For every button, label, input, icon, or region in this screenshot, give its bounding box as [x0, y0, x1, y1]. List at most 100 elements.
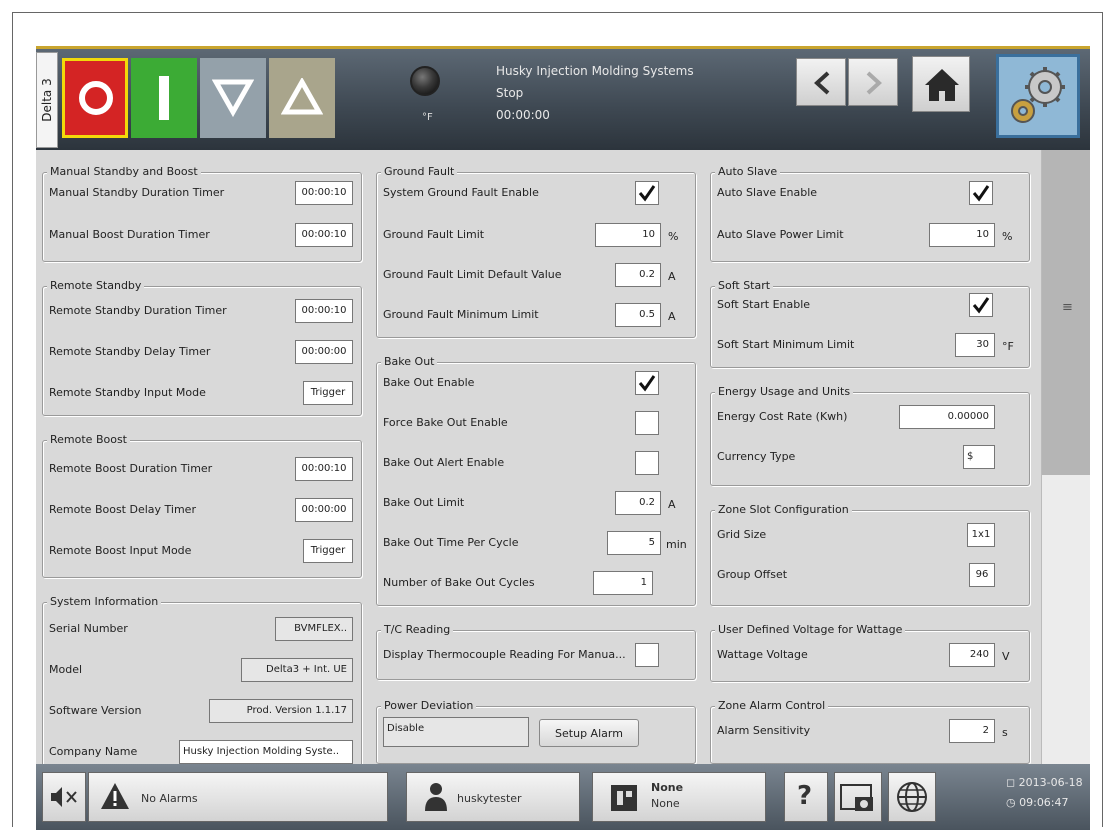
company-name-value[interactable]: Husky Injection Molding Syste.. — [179, 740, 353, 764]
row-label: Bake Out Limit — [383, 496, 465, 509]
group-remote-boost: Remote Boost Remote Boost Duration Timer… — [42, 433, 362, 578]
row-label: Remote Standby Delay Timer — [49, 345, 211, 358]
delta-tab[interactable]: Delta 3 — [36, 52, 58, 148]
row-label: Auto Slave Power Limit — [717, 228, 844, 241]
unit-label: s — [1002, 726, 1008, 739]
row-label: Soft Start Enable — [717, 298, 811, 311]
language-button[interactable] — [888, 772, 936, 822]
ground-fault-enable-checkbox[interactable] — [635, 181, 659, 205]
bake-out-time-input[interactable]: 5 — [607, 531, 661, 555]
mold-button[interactable]: None None — [592, 772, 766, 822]
wattage-voltage-input[interactable]: 240 — [949, 643, 995, 667]
group-bake-out: Bake Out Bake Out Enable Force Bake Out … — [376, 355, 696, 606]
row-label: Auto Slave Enable — [717, 186, 818, 199]
alarm-sensitivity-input[interactable]: 2 — [949, 719, 995, 743]
auto-slave-power-row: Auto Slave Power Limit 10 % — [711, 223, 1029, 247]
currency-type-input[interactable]: $ — [963, 445, 995, 469]
group-title: Ground Fault — [381, 165, 458, 178]
serial-number-value: BVMFLEX.. — [275, 617, 353, 641]
group-energy-usage: Energy Usage and Units Energy Cost Rate … — [710, 385, 1030, 486]
remote-standby-input-mode-select[interactable]: Trigger — [303, 381, 353, 405]
settings-button[interactable] — [996, 54, 1080, 138]
auto-slave-power-input[interactable]: 10 — [929, 223, 995, 247]
remote-standby-duration-row: Remote Standby Duration Timer 00:00:10 — [43, 299, 361, 323]
tc-reading-checkbox[interactable] — [635, 643, 659, 667]
header-bar: Delta 3 °F Husky Injection Molding Syste… — [36, 46, 1090, 150]
help-icon: ? — [797, 781, 813, 811]
bake-out-alert-row: Bake Out Alert Enable — [377, 451, 695, 475]
home-icon — [925, 69, 959, 101]
row-label: Bake Out Enable — [383, 376, 475, 389]
auto-slave-enable-checkbox[interactable] — [969, 181, 993, 205]
row-label: Remote Boost Delay Timer — [49, 503, 196, 516]
back-button[interactable] — [796, 58, 846, 106]
speaker-muted-icon — [51, 787, 77, 807]
software-version-value: Prod. Version 1.1.17 — [209, 699, 353, 723]
help-button[interactable]: ? — [784, 772, 828, 822]
remote-boost-duration-input[interactable]: 00:00:10 — [295, 457, 353, 481]
ground-fault-limit-input[interactable]: 10 — [595, 223, 661, 247]
user-button[interactable]: huskytester — [406, 772, 580, 822]
grid-size-input[interactable]: 1x1 — [967, 523, 995, 547]
ground-fault-enable-row: System Ground Fault Enable — [377, 181, 695, 205]
bake-out-time-row: Bake Out Time Per Cycle 5 min — [377, 531, 695, 555]
globe-icon — [897, 782, 927, 812]
remote-standby-delay-row: Remote Standby Delay Timer 00:00:00 — [43, 340, 361, 364]
checkmark-icon — [972, 297, 990, 314]
unit-label: A — [668, 498, 676, 511]
forward-button[interactable] — [848, 58, 898, 106]
group-remote-standby: Remote Standby Remote Standby Duration T… — [42, 279, 362, 416]
unit-label: % — [668, 230, 679, 243]
remote-boost-delay-input[interactable]: 00:00:00 — [295, 498, 353, 522]
alarms-button[interactable]: No Alarms — [88, 772, 388, 822]
triangle-up-icon — [281, 78, 323, 115]
bake-out-cycles-input[interactable]: 1 — [593, 571, 653, 595]
remote-standby-duration-input[interactable]: 00:00:10 — [295, 299, 353, 323]
group-title: Manual Standby and Boost — [47, 165, 201, 178]
bake-out-limit-input[interactable]: 0.2 — [615, 491, 661, 515]
group-offset-input[interactable]: 96 — [969, 563, 995, 587]
mute-button[interactable] — [42, 772, 86, 822]
remote-standby-delay-input[interactable]: 00:00:00 — [295, 340, 353, 364]
row-label: System Ground Fault Enable — [383, 186, 539, 199]
model-value: Delta3 + Int. UE — [241, 658, 353, 682]
run-icon — [159, 76, 169, 120]
boost-button[interactable] — [269, 58, 335, 138]
bake-out-alert-checkbox[interactable] — [635, 451, 659, 475]
mold-icon — [611, 785, 637, 811]
remote-boost-input-mode-select[interactable]: Trigger — [303, 539, 353, 563]
group-title: Remote Boost — [47, 433, 130, 446]
vertical-scrollbar[interactable]: ≡ — [1041, 150, 1090, 764]
unit-label: min — [666, 538, 687, 551]
ground-fault-minimum-input[interactable]: 0.5 — [615, 303, 661, 327]
header-accent-line — [36, 46, 1090, 49]
row-label: Alarm Sensitivity — [717, 724, 811, 737]
ground-fault-default-input[interactable]: 0.2 — [615, 263, 661, 287]
bake-out-enable-checkbox[interactable] — [635, 371, 659, 395]
force-bake-out-checkbox[interactable] — [635, 411, 659, 435]
group-title: Energy Usage and Units — [715, 385, 854, 398]
standby-button[interactable] — [200, 58, 266, 138]
group-title: Zone Slot Configuration — [715, 503, 852, 516]
manual-standby-duration-input[interactable]: 00:00:10 — [295, 181, 353, 205]
group-title: User Defined Voltage for Wattage — [715, 623, 906, 636]
settings-content: Manual Standby and Boost Manual Standby … — [36, 150, 1090, 772]
row-label: Serial Number — [49, 622, 128, 635]
energy-cost-input[interactable]: 0.00000 — [899, 405, 995, 429]
setup-alarm-button[interactable]: Setup Alarm — [539, 719, 639, 747]
system-status: °F Husky Injection Molding Systems Stop … — [386, 58, 726, 138]
power-deviation-mode[interactable]: Disable — [383, 717, 529, 747]
scrollbar-thumb[interactable]: ≡ — [1042, 150, 1090, 475]
run-button[interactable] — [131, 58, 197, 138]
screenshot-button[interactable] — [834, 772, 882, 822]
stop-button[interactable] — [62, 58, 128, 138]
group-title: Zone Alarm Control — [715, 699, 829, 712]
status-lamp-icon — [410, 66, 440, 96]
group-title: Bake Out — [381, 355, 438, 368]
soft-start-enable-checkbox[interactable] — [969, 293, 993, 317]
manual-boost-duration-input[interactable]: 00:00:10 — [295, 223, 353, 247]
home-button[interactable] — [912, 56, 970, 112]
triangle-down-icon — [212, 79, 254, 118]
soft-start-minimum-input[interactable]: 30 — [955, 333, 995, 357]
group-offset-row: Group Offset 96 — [711, 563, 1029, 587]
